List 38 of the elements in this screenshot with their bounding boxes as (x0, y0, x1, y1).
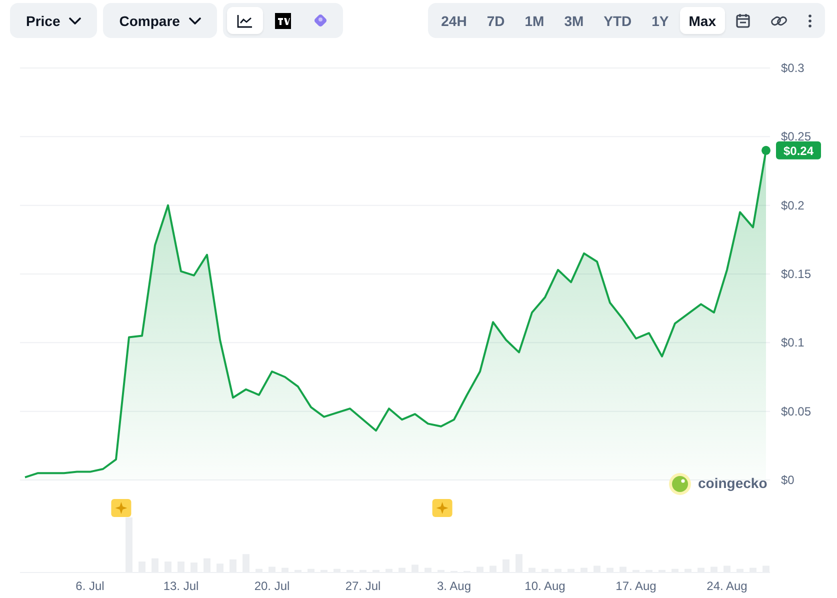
chevron-down-icon (69, 16, 82, 24)
x-axis-label: 3. Aug (436, 579, 472, 593)
range-tab[interactable]: 1Y (642, 7, 678, 34)
y-axis-label: $0.2 (781, 198, 804, 212)
brand-name: coingecko (698, 475, 768, 491)
range-tab[interactable]: 3M (555, 7, 593, 34)
y-axis-label: $0.25 (781, 130, 812, 144)
chevron-down-icon (188, 16, 201, 24)
range-tab[interactable]: YTD (594, 7, 641, 34)
gecko-logo-icon (669, 473, 691, 495)
event-marker-icon[interactable] (111, 499, 132, 517)
x-axis-label: 27. Jul (345, 579, 381, 593)
range-tab[interactable]: 7D (478, 7, 514, 34)
range-tab[interactable]: Max (680, 7, 725, 34)
dropdown-button[interactable]: Price (10, 3, 98, 38)
range-tab[interactable]: 24H (432, 7, 476, 34)
y-axis-label: $0.05 (781, 404, 812, 418)
y-axis-label: $0 (781, 473, 794, 487)
range-tab[interactable]: 1M (516, 7, 554, 34)
chart-type-button[interactable] (226, 7, 263, 34)
more-options-icon (808, 14, 812, 28)
dropdown-button[interactable]: Compare (103, 3, 217, 38)
calendar-icon (736, 13, 750, 28)
last-point-marker (762, 146, 770, 155)
y-axis-label: $0.1 (781, 336, 804, 350)
x-axis-label: 20. Jul (254, 579, 290, 593)
x-axis-label: 10. Aug (524, 579, 566, 593)
last-price-badge: $0.24 (776, 141, 821, 160)
line-chart-icon (236, 14, 253, 28)
y-axis-label: $0.15 (781, 267, 812, 281)
event-marker-icon[interactable] (432, 499, 452, 517)
y-axis-label: $0.3 (781, 61, 804, 75)
x-axis-label: 24. Aug (706, 579, 748, 593)
x-axis-label: 17. Aug (616, 579, 656, 593)
x-axis-label: 6. Jul (76, 579, 104, 593)
x-axis-label: 13. Jul (163, 579, 199, 593)
link-icon (770, 14, 788, 28)
tv-logo-icon (274, 12, 291, 28)
